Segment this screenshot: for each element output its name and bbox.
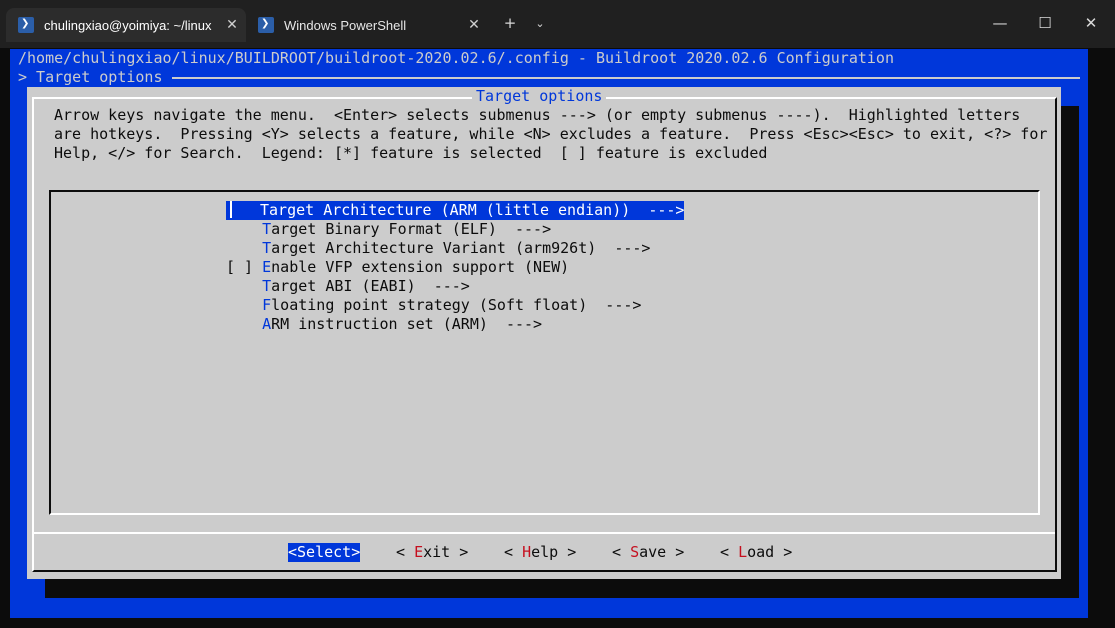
- hotkey-letter: T: [262, 220, 272, 238]
- load-button[interactable]: < Load >: [720, 543, 792, 562]
- menu-item-label: arget Architecture (ARM (little endian))…: [269, 201, 685, 219]
- hotkey-letter: L: [738, 543, 748, 561]
- button-bracket: <: [396, 543, 415, 561]
- breadcrumb: > Target options: [18, 68, 163, 86]
- close-tab-icon[interactable]: ✕: [218, 17, 246, 33]
- hotkey-letter: E: [414, 543, 424, 561]
- menu-item-prefix: [226, 239, 262, 257]
- select-button[interactable]: <Select>: [288, 543, 361, 562]
- menu-item-prefix: [226, 296, 262, 314]
- save-button[interactable]: < Save >: [612, 543, 684, 562]
- powershell-icon: [18, 17, 34, 33]
- cursor-indicator: [230, 201, 232, 218]
- config-path: /home/chulingxiao/linux/BUILDROOT/buildr…: [18, 49, 894, 67]
- close-window-button[interactable]: ✕: [1079, 14, 1103, 32]
- new-tab-button[interactable]: +: [498, 14, 522, 32]
- hotkey-letter: S: [630, 543, 640, 561]
- tab-windows-powershell[interactable]: Windows PowerShell ✕: [248, 8, 488, 42]
- maximize-button[interactable]: ☐: [1033, 14, 1057, 32]
- help-button[interactable]: < Help >: [504, 543, 576, 562]
- close-tab-icon[interactable]: ✕: [460, 17, 488, 33]
- hotkey-letter: T: [262, 239, 272, 257]
- help-text-line: Arrow keys navigate the menu. <Enter> se…: [54, 106, 1021, 124]
- button-bracket: <: [720, 543, 739, 561]
- menu-item-target-abi[interactable]: Target ABI (EABI) --->: [226, 277, 470, 296]
- menu-item-prefix: [226, 315, 262, 333]
- title-bar: chulingxiao@yoimiya: ~/linux ✕ Windows P…: [0, 0, 1115, 48]
- button-label: xit >: [423, 543, 469, 561]
- menu-item-label: RM instruction set (ARM) --->: [271, 315, 543, 333]
- menu-item-prefix: [226, 220, 262, 238]
- menu-item-label: nable VFP extension support (NEW): [271, 258, 570, 276]
- menu-item-enable-vfp[interactable]: [ ] Enable VFP extension support (NEW): [226, 258, 569, 277]
- exit-button[interactable]: < Exit >: [396, 543, 468, 562]
- minimize-button[interactable]: —: [988, 14, 1012, 32]
- button-bracket: <: [504, 543, 523, 561]
- menu-item-arm-instruction-set[interactable]: ARM instruction set (ARM) --->: [226, 315, 542, 334]
- menu-item-label: loating point strategy (Soft float) --->: [271, 296, 642, 314]
- hotkey-letter: F: [262, 296, 272, 314]
- dialog-title: Target options: [472, 87, 607, 106]
- button-label: elp >: [531, 543, 577, 561]
- hotkey-letter: E: [262, 258, 272, 276]
- tab-wsl[interactable]: chulingxiao@yoimiya: ~/linux ✕: [6, 8, 246, 42]
- help-text-line: Help, </> for Search. Legend: [*] featur…: [54, 144, 768, 162]
- tab-title: Windows PowerShell: [284, 17, 407, 33]
- hotkey-letter: T: [262, 277, 272, 295]
- menu-item-prefix: [226, 277, 262, 295]
- breadcrumb-divider: [172, 77, 1080, 79]
- button-label: ave >: [639, 543, 685, 561]
- powershell-icon: [258, 17, 274, 33]
- hotkey-letter: H: [522, 543, 532, 561]
- button-label: oad >: [747, 543, 793, 561]
- menu-item-label: arget Architecture Variant (arm926t) ---…: [271, 239, 651, 257]
- menu-item-target-architecture-variant[interactable]: Target Architecture Variant (arm926t) --…: [226, 239, 650, 258]
- menu-item-floating-point-strategy[interactable]: Floating point strategy (Soft float) ---…: [226, 296, 641, 315]
- button-bracket: <: [612, 543, 631, 561]
- checkbox[interactable]: [ ]: [226, 258, 262, 276]
- hotkey-letter: A: [262, 315, 272, 333]
- menu-item-target-binary-format[interactable]: Target Binary Format (ELF) --->: [226, 220, 551, 239]
- chevron-down-icon[interactable]: ⌄: [528, 17, 552, 30]
- menu-item-target-architecture[interactable]: Target Architecture (ARM (little endian)…: [226, 201, 685, 220]
- menu-item-label: arget Binary Format (ELF) --->: [271, 220, 552, 238]
- tab-title: chulingxiao@yoimiya: ~/linux: [44, 17, 212, 33]
- menu-item-label: arget ABI (EABI) --->: [271, 277, 470, 295]
- hotkey-letter: T: [260, 201, 270, 219]
- button-separator: [34, 532, 1055, 534]
- help-text-line: are hotkeys. Pressing <Y> selects a feat…: [54, 125, 1048, 143]
